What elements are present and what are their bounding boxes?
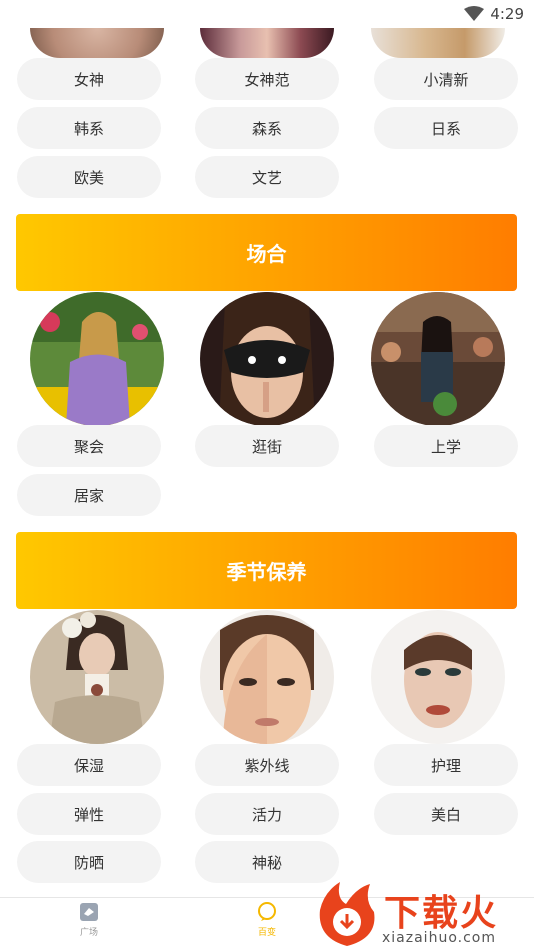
cafe-woman-photo[interactable] [371, 292, 505, 426]
status-bar: 4:29 [0, 0, 534, 28]
chip-care[interactable]: 护理 [374, 744, 518, 786]
flower-crown-woman-image [30, 610, 164, 744]
sunscreen-face-image [200, 610, 334, 744]
flame-logo-icon [319, 882, 375, 946]
chip-goddess[interactable]: 女神 [17, 58, 161, 100]
chip-western[interactable]: 欧美 [17, 156, 161, 198]
wifi-icon [464, 6, 484, 21]
chip-fresh[interactable]: 小清新 [374, 58, 518, 100]
chip-artsy[interactable]: 文艺 [195, 156, 339, 198]
flower-crown-woman-photo[interactable] [30, 610, 164, 744]
masked-woman-photo[interactable] [200, 292, 334, 426]
party-woman-image [30, 292, 164, 426]
chip-shopping[interactable]: 逛街 [195, 425, 339, 467]
chip-mystery[interactable]: 神秘 [195, 841, 339, 883]
fur-hood-woman-photo[interactable] [371, 610, 505, 744]
chip-sun-protection[interactable]: 防晒 [17, 841, 161, 883]
chip-uv[interactable]: 紫外线 [195, 744, 339, 786]
chip-vitality[interactable]: 活力 [195, 793, 339, 835]
party-woman-photo[interactable] [30, 292, 164, 426]
chip-elasticity[interactable]: 弹性 [17, 793, 161, 835]
chip-japanese[interactable]: 日系 [374, 107, 518, 149]
nav-label-plaza: 广场 [79, 928, 98, 938]
nav-item-variety[interactable]: 百变 [237, 902, 297, 948]
chat-bubble-icon [258, 902, 276, 921]
watermark-text-cn: 下载火 [384, 893, 499, 934]
watermark-logo: 下载火 xiazaihuo.com [312, 878, 534, 949]
nav-item-plaza[interactable]: 广场 [59, 902, 119, 948]
chip-korean[interactable]: 韩系 [17, 107, 161, 149]
cafe-woman-image [371, 292, 505, 426]
section-banner-seasonal-care: 季节保养 [16, 532, 517, 609]
chip-forest[interactable]: 森系 [195, 107, 339, 149]
style-photo-2[interactable] [200, 28, 334, 58]
nav-label-variety: 百变 [257, 928, 276, 938]
watermark-text-en: xiazaihuo.com [382, 930, 496, 946]
chip-home[interactable]: 居家 [17, 474, 161, 516]
status-time: 4:29 [490, 5, 524, 23]
section-banner-occasion: 场合 [16, 214, 517, 291]
sunscreen-face-photo[interactable] [200, 610, 334, 744]
chip-school[interactable]: 上学 [374, 425, 518, 467]
fur-hood-woman-image [371, 610, 505, 744]
style-photo-1[interactable] [30, 28, 164, 58]
chip-party[interactable]: 聚会 [17, 425, 161, 467]
style-photo-3[interactable] [371, 28, 505, 58]
chip-whitening[interactable]: 美白 [374, 793, 518, 835]
chip-goddess-style[interactable]: 女神范 [195, 58, 339, 100]
square-plaza-icon [80, 903, 98, 921]
chip-moisturizing[interactable]: 保湿 [17, 744, 161, 786]
masked-woman-image [200, 292, 334, 426]
